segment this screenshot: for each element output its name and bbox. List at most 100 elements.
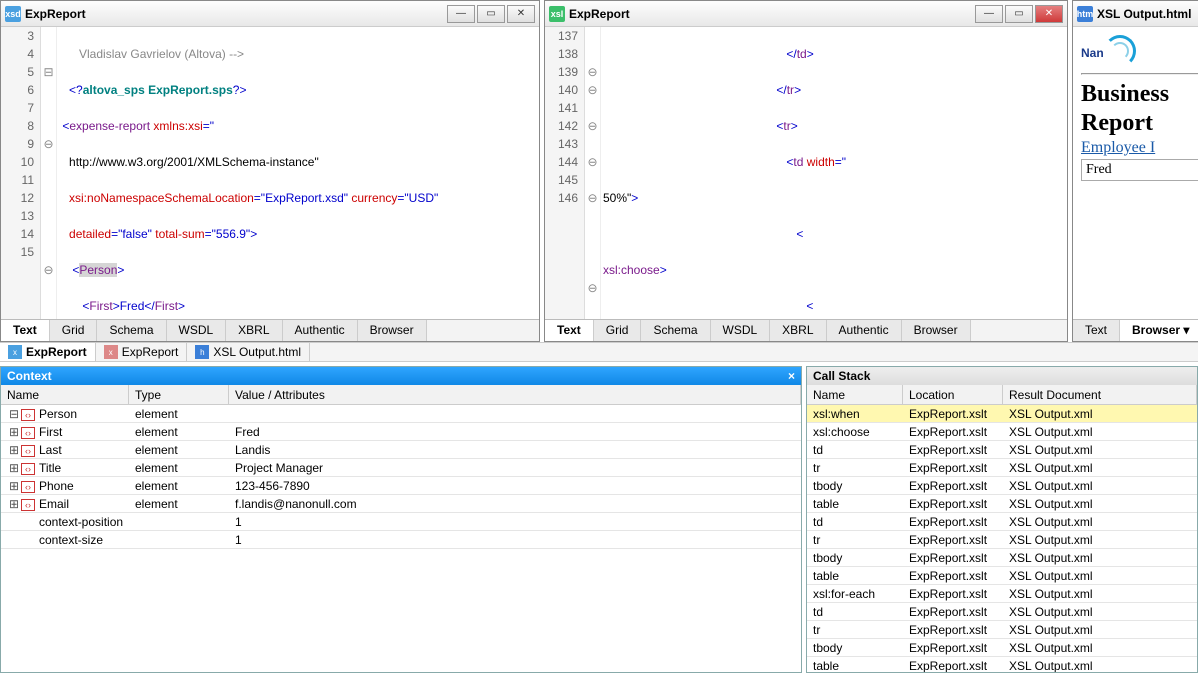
element-icon: ‹› bbox=[21, 481, 35, 493]
callstack-row[interactable]: tdExpReport.xsltXSL Output.xml bbox=[807, 513, 1197, 531]
callstack-row[interactable]: tdExpReport.xsltXSL Output.xml bbox=[807, 441, 1197, 459]
context-row[interactable]: context-size1 bbox=[1, 531, 801, 549]
callstack-panel: Call Stack Name Location Result Document… bbox=[806, 366, 1198, 673]
col-location[interactable]: Location bbox=[903, 385, 1003, 404]
tab-text[interactable]: Text bbox=[1, 320, 50, 341]
col-name[interactable]: Name bbox=[807, 385, 903, 404]
element-icon: ‹› bbox=[21, 409, 35, 421]
context-row[interactable]: ⊟‹›Personelement bbox=[1, 405, 801, 423]
callstack-row[interactable]: xsl:whenExpReport.xsltXSL Output.xml bbox=[807, 405, 1197, 423]
tab-authentic[interactable]: Authentic bbox=[827, 320, 902, 341]
callstack-row[interactable]: tableExpReport.xsltXSL Output.xml bbox=[807, 567, 1197, 585]
close-button[interactable]: ✕ bbox=[507, 5, 535, 23]
col-value[interactable]: Value / Attributes bbox=[229, 385, 801, 404]
close-icon[interactable]: × bbox=[788, 369, 795, 383]
tab-schema[interactable]: Schema bbox=[97, 320, 166, 341]
line-gutter: 137138139140141142143144145146 bbox=[545, 27, 585, 319]
callstack-rows[interactable]: xsl:whenExpReport.xsltXSL Output.xmlxsl:… bbox=[807, 405, 1197, 672]
tab-schema[interactable]: Schema bbox=[641, 320, 710, 341]
context-panel: Context × Name Type Value / Attributes ⊟… bbox=[0, 366, 802, 673]
context-row[interactable]: context-position1 bbox=[1, 513, 801, 531]
logo: Nan bbox=[1081, 35, 1198, 67]
callstack-row[interactable]: xsl:chooseExpReport.xsltXSL Output.xml bbox=[807, 423, 1197, 441]
callstack-row[interactable]: tbodyExpReport.xsltXSL Output.xml bbox=[807, 639, 1197, 657]
doctab-xsl-output[interactable]: h XSL Output.html bbox=[187, 343, 310, 361]
minimize-button[interactable]: — bbox=[975, 5, 1003, 23]
callstack-columns: Name Location Result Document bbox=[807, 385, 1197, 405]
window-xsl-output: htm XSL Output.html Nan Business Report … bbox=[1072, 0, 1198, 342]
callstack-panel-title[interactable]: Call Stack bbox=[807, 367, 1197, 385]
tab-wsdl[interactable]: WSDL bbox=[711, 320, 771, 341]
tab-browser-dropdown[interactable]: Browser ▾ bbox=[1120, 320, 1198, 341]
col-name[interactable]: Name bbox=[1, 385, 129, 404]
report-title-1: Business bbox=[1081, 81, 1198, 108]
employee-heading: Employee I bbox=[1081, 139, 1198, 157]
window-title: XSL Output.html bbox=[1097, 7, 1198, 21]
tab-browser[interactable]: Browser bbox=[358, 320, 427, 341]
callstack-row[interactable]: tableExpReport.xsltXSL Output.xml bbox=[807, 657, 1197, 672]
callstack-row[interactable]: trExpReport.xsltXSL Output.xml bbox=[807, 621, 1197, 639]
window-title: ExpReport bbox=[569, 7, 975, 21]
tab-text[interactable]: Text bbox=[1073, 320, 1120, 341]
element-icon: ‹› bbox=[21, 463, 35, 475]
employee-name-box: Fred bbox=[1081, 159, 1198, 181]
element-icon: ‹› bbox=[21, 445, 35, 457]
file-xsd-icon: xsd bbox=[5, 6, 21, 22]
tab-xbrl[interactable]: XBRL bbox=[770, 320, 826, 341]
arc-icon bbox=[1104, 35, 1136, 67]
tab-xbrl[interactable]: XBRL bbox=[226, 320, 282, 341]
tab-browser[interactable]: Browser bbox=[902, 320, 971, 341]
minimize-button[interactable]: — bbox=[447, 5, 475, 23]
context-row[interactable]: ⊞‹›FirstelementFred bbox=[1, 423, 801, 441]
titlebar[interactable]: xsd ExpReport — ▭ ✕ bbox=[1, 1, 539, 27]
callstack-row[interactable]: tdExpReport.xsltXSL Output.xml bbox=[807, 603, 1197, 621]
context-panel-title[interactable]: Context × bbox=[1, 367, 801, 385]
code-area[interactable]: Vladislav Gavrielov (Altova) --> <?altov… bbox=[57, 27, 539, 319]
view-tabs: Text Grid Schema WSDL XBRL Authentic Bro… bbox=[1, 319, 539, 341]
col-result[interactable]: Result Document bbox=[1003, 385, 1197, 404]
callstack-row[interactable]: tbodyExpReport.xsltXSL Output.xml bbox=[807, 477, 1197, 495]
callstack-row[interactable]: trExpReport.xsltXSL Output.xml bbox=[807, 459, 1197, 477]
context-row[interactable]: ⊞‹›TitleelementProject Manager bbox=[1, 459, 801, 477]
file-xsl-icon: xsl bbox=[549, 6, 565, 22]
maximize-button[interactable]: ▭ bbox=[1005, 5, 1033, 23]
callstack-row[interactable]: xsl:for-eachExpReport.xsltXSL Output.xml bbox=[807, 585, 1197, 603]
code-editor[interactable]: 137138139140141142143144145146 ⊖⊖ ⊖ ⊖ ⊖ … bbox=[545, 27, 1067, 319]
file-html-icon: htm bbox=[1077, 6, 1093, 22]
window-expreport-xsl: xsl ExpReport — ▭ ✕ 13713813914014114214… bbox=[544, 0, 1068, 342]
document-tabs: x ExpReport x ExpReport h XSL Output.htm… bbox=[0, 342, 1198, 362]
element-icon: ‹› bbox=[21, 427, 35, 439]
callstack-row[interactable]: trExpReport.xsltXSL Output.xml bbox=[807, 531, 1197, 549]
titlebar[interactable]: xsl ExpReport — ▭ ✕ bbox=[545, 1, 1067, 27]
tab-grid[interactable]: Grid bbox=[50, 320, 98, 341]
tab-text[interactable]: Text bbox=[545, 320, 594, 341]
tab-wsdl[interactable]: WSDL bbox=[167, 320, 227, 341]
col-type[interactable]: Type bbox=[129, 385, 229, 404]
tab-authentic[interactable]: Authentic bbox=[283, 320, 358, 341]
callstack-row[interactable]: tbodyExpReport.xsltXSL Output.xml bbox=[807, 549, 1197, 567]
file-html-icon: h bbox=[195, 345, 209, 359]
context-rows[interactable]: ⊟‹›Personelement⊞‹›FirstelementFred⊞‹›La… bbox=[1, 405, 801, 672]
doctab-expreport-xml[interactable]: x ExpReport bbox=[0, 343, 96, 361]
context-row[interactable]: ⊞‹›Emailelementf.landis@nanonull.com bbox=[1, 495, 801, 513]
close-button[interactable]: ✕ bbox=[1035, 5, 1063, 23]
fold-column[interactable]: ⊟ ⊖ ⊖ bbox=[41, 27, 57, 319]
callstack-row[interactable]: tableExpReport.xsltXSL Output.xml bbox=[807, 495, 1197, 513]
code-editor[interactable]: 3456789101112131415 ⊟ ⊖ ⊖ Vladislav Gavr… bbox=[1, 27, 539, 319]
view-tabs: Text Browser ▾ bbox=[1073, 319, 1198, 341]
html-preview[interactable]: Nan Business Report Employee I Fred bbox=[1073, 27, 1198, 319]
context-row[interactable]: ⊞‹›LastelementLandis bbox=[1, 441, 801, 459]
tab-grid[interactable]: Grid bbox=[594, 320, 642, 341]
context-row[interactable]: ⊞‹›Phoneelement123-456-7890 bbox=[1, 477, 801, 495]
file-xsl-icon: x bbox=[104, 345, 118, 359]
doctab-expreport-xsl[interactable]: x ExpReport bbox=[96, 343, 188, 361]
element-icon: ‹› bbox=[21, 499, 35, 511]
fold-column[interactable]: ⊖⊖ ⊖ ⊖ ⊖ ⊖ bbox=[585, 27, 601, 319]
window-title: ExpReport bbox=[25, 7, 447, 21]
maximize-button[interactable]: ▭ bbox=[477, 5, 505, 23]
titlebar[interactable]: htm XSL Output.html bbox=[1073, 1, 1198, 27]
code-area[interactable]: </td> </tr> <tr> <td width=" 50%"> bbox=[601, 27, 1067, 319]
report-title-2: Report bbox=[1081, 110, 1198, 137]
context-columns: Name Type Value / Attributes bbox=[1, 385, 801, 405]
view-tabs: Text Grid Schema WSDL XBRL Authentic Bro… bbox=[545, 319, 1067, 341]
